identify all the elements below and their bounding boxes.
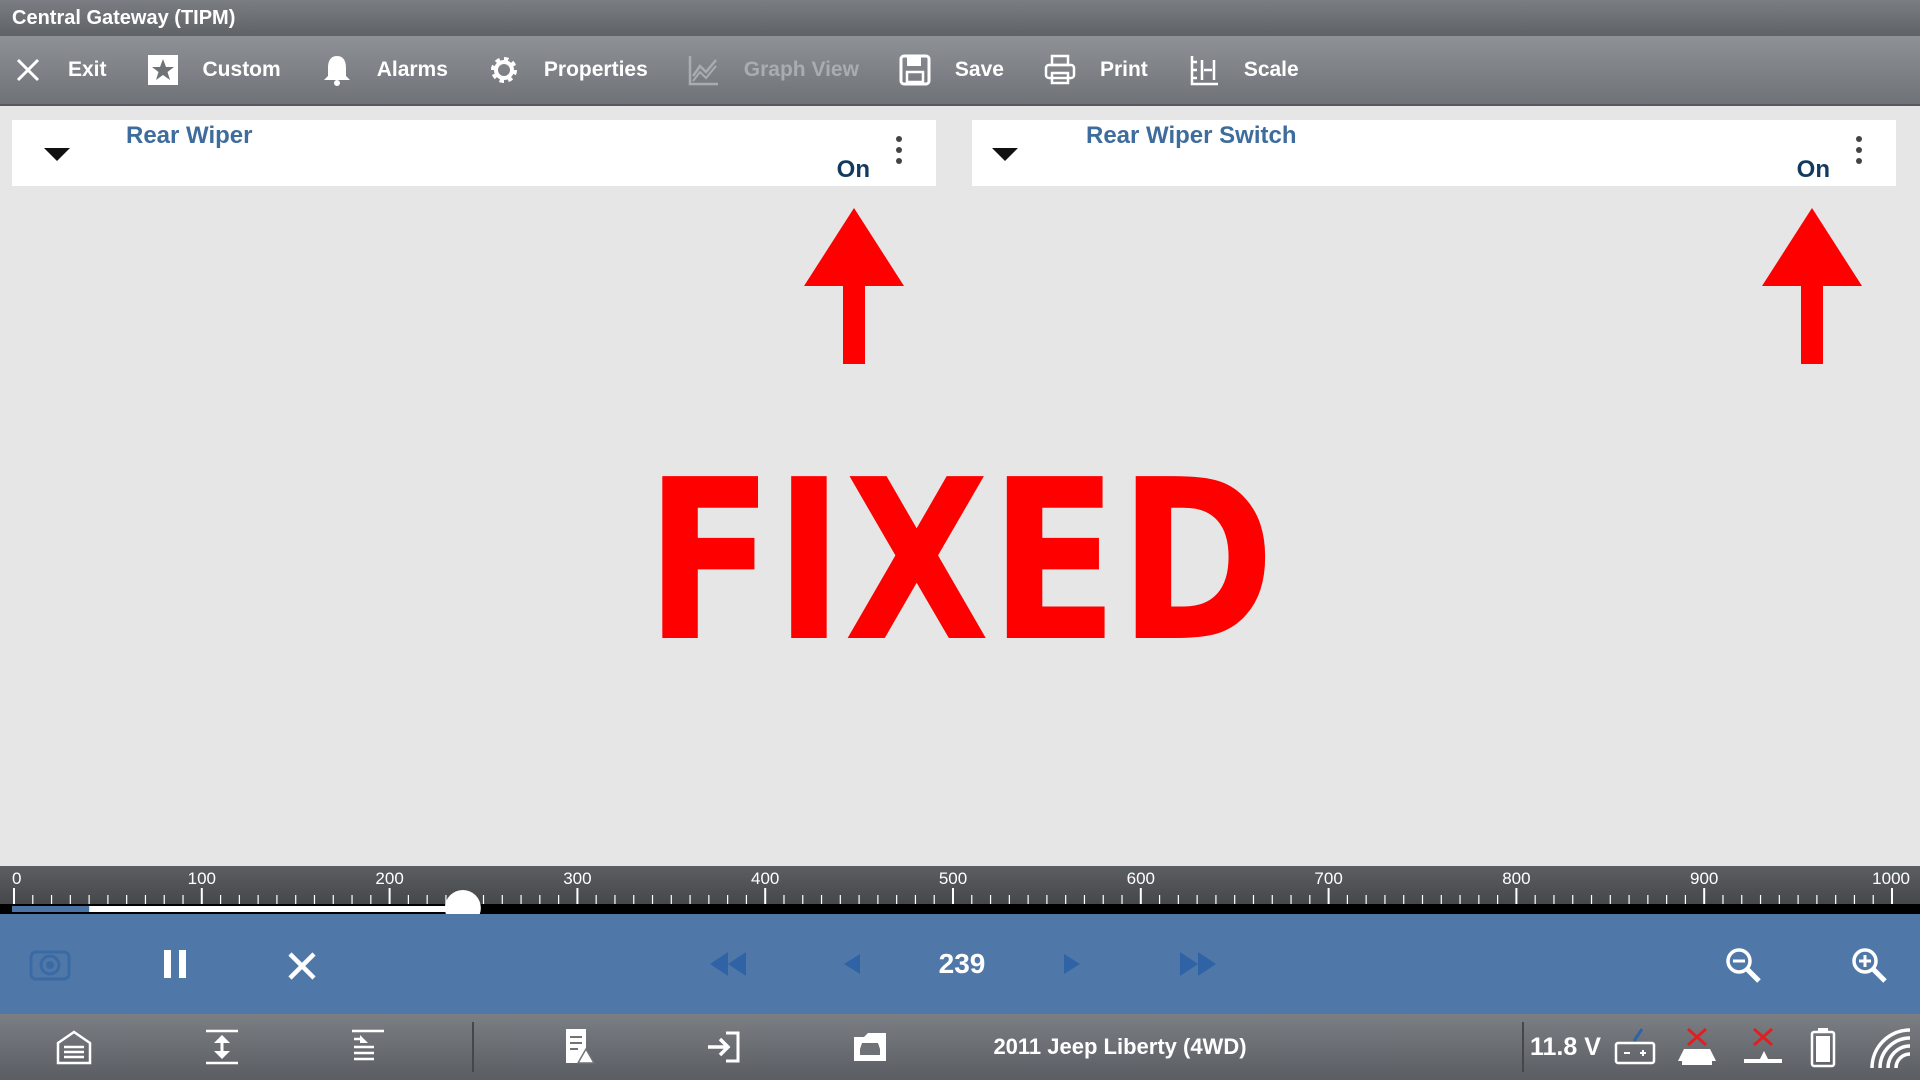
stop-icon[interactable] — [284, 948, 320, 984]
battery-icon — [1810, 1028, 1836, 1068]
timeline-progress — [89, 906, 463, 912]
scale-icon — [1190, 56, 1218, 86]
gear-icon — [490, 57, 517, 83]
alarms-button[interactable]: Alarms — [319, 35, 448, 105]
timeline-ruler[interactable]: 0 100 200 300 400 500 600 700 800 900 1000 — [0, 866, 1920, 914]
divider — [1522, 1022, 1524, 1072]
timeline-tick-label: 0 — [12, 869, 21, 888]
pause-icon[interactable] — [160, 944, 190, 984]
vehicle-name: 2011 Jeep Liberty (4WD) — [993, 1034, 1247, 1059]
toolbar: Exit Custom Alarms Properties Graph View… — [0, 36, 1920, 106]
graph-view-button[interactable]: Graph View — [686, 35, 859, 105]
timeline-tick-label: 300 — [563, 869, 591, 888]
exit-vehicle-icon[interactable] — [704, 1027, 744, 1067]
battery-voltage: 11.8 V — [1530, 1033, 1601, 1061]
print-label: Print — [1099, 58, 1148, 81]
print-button[interactable]: Print — [1042, 35, 1148, 105]
step-forward-icon[interactable] — [1062, 952, 1082, 976]
more-options-icon[interactable] — [1856, 136, 1862, 169]
pid-name: Rear Wiper — [126, 122, 253, 149]
window-title: Central Gateway (TIPM) — [0, 0, 1920, 36]
save-label: Save — [954, 58, 1004, 81]
chevron-down-icon[interactable] — [44, 148, 70, 161]
battery-link-icon — [1614, 1028, 1656, 1065]
expand-icon[interactable] — [202, 1027, 242, 1067]
alarms-label: Alarms — [376, 58, 448, 81]
timeline-tick-label: 1000 — [1872, 869, 1910, 888]
graph-view-label: Graph View — [743, 58, 859, 81]
timeline-tick-label: 700 — [1314, 869, 1342, 888]
frame-counter: 239 — [938, 948, 986, 979]
divider — [472, 1022, 474, 1072]
printer-icon — [1044, 54, 1076, 85]
zoom-out-icon[interactable] — [1724, 946, 1762, 984]
playback-bar: 239 — [0, 914, 1920, 1014]
timeline-tick-label: 100 — [188, 869, 216, 888]
timeline-tick-label: 200 — [375, 869, 403, 888]
dongle-disconnected-icon — [1744, 1027, 1782, 1063]
pid-name: Rear Wiper Switch — [1086, 122, 1297, 149]
collapse-icon[interactable] — [348, 1027, 388, 1067]
close-icon — [16, 58, 40, 82]
pid-value: On — [836, 156, 870, 183]
status-bar: 2011 Jeep Liberty (4WD) 11.8 V — [0, 1014, 1920, 1080]
skip-forward-icon[interactable] — [1178, 950, 1218, 978]
more-options-icon[interactable] — [896, 136, 902, 169]
red-up-arrow-icon — [804, 208, 904, 364]
star-icon — [147, 55, 178, 85]
pid-panel-rear-wiper-switch[interactable]: Rear Wiper Switch On — [972, 120, 1896, 186]
timeline-tick-label: 900 — [1690, 869, 1718, 888]
custom-button[interactable]: Custom — [145, 35, 281, 105]
chevron-down-icon[interactable] — [992, 148, 1018, 161]
properties-label: Properties — [543, 58, 648, 81]
timeline-tick-label: 500 — [939, 869, 967, 888]
graph-icon — [688, 56, 718, 86]
custom-label: Custom — [202, 58, 281, 81]
vehicle-icon[interactable] — [850, 1027, 890, 1067]
home-icon[interactable] — [54, 1027, 94, 1067]
timeline-tick-label: 400 — [751, 869, 779, 888]
timeline-scrubber-handle[interactable] — [444, 890, 481, 914]
properties-button[interactable]: Properties — [486, 35, 648, 105]
wifi-icon — [1870, 1028, 1911, 1069]
exit-label: Exit — [68, 58, 107, 81]
save-button[interactable]: Save — [897, 35, 1004, 105]
scale-button[interactable]: Scale — [1186, 35, 1299, 105]
exit-button[interactable]: Exit — [10, 35, 107, 105]
scale-label: Scale — [1243, 58, 1299, 81]
pid-panel-rear-wiper[interactable]: Rear Wiper On — [12, 120, 936, 186]
step-back-icon[interactable] — [842, 952, 862, 976]
bell-icon — [323, 56, 350, 86]
snapshot-icon[interactable] — [28, 946, 72, 982]
timeline-scale[interactable]: 0 100 200 300 400 500 600 700 800 900 1000 — [0, 866, 1920, 914]
skip-back-icon[interactable] — [708, 950, 748, 978]
save-icon — [899, 54, 931, 86]
pid-value: On — [1796, 156, 1830, 183]
report-icon[interactable] — [560, 1027, 598, 1067]
vci-disconnected-icon — [1678, 1027, 1716, 1065]
timeline-buffer — [12, 906, 90, 912]
fixed-overlay-text: FIXED — [645, 440, 1275, 660]
timeline-tick-label: 600 — [1127, 869, 1155, 888]
timeline-tick-label: 800 — [1502, 869, 1530, 888]
zoom-in-icon[interactable] — [1850, 946, 1888, 984]
fixed-overlay: FIXED — [645, 440, 1275, 660]
red-up-arrow-icon — [1762, 208, 1862, 364]
